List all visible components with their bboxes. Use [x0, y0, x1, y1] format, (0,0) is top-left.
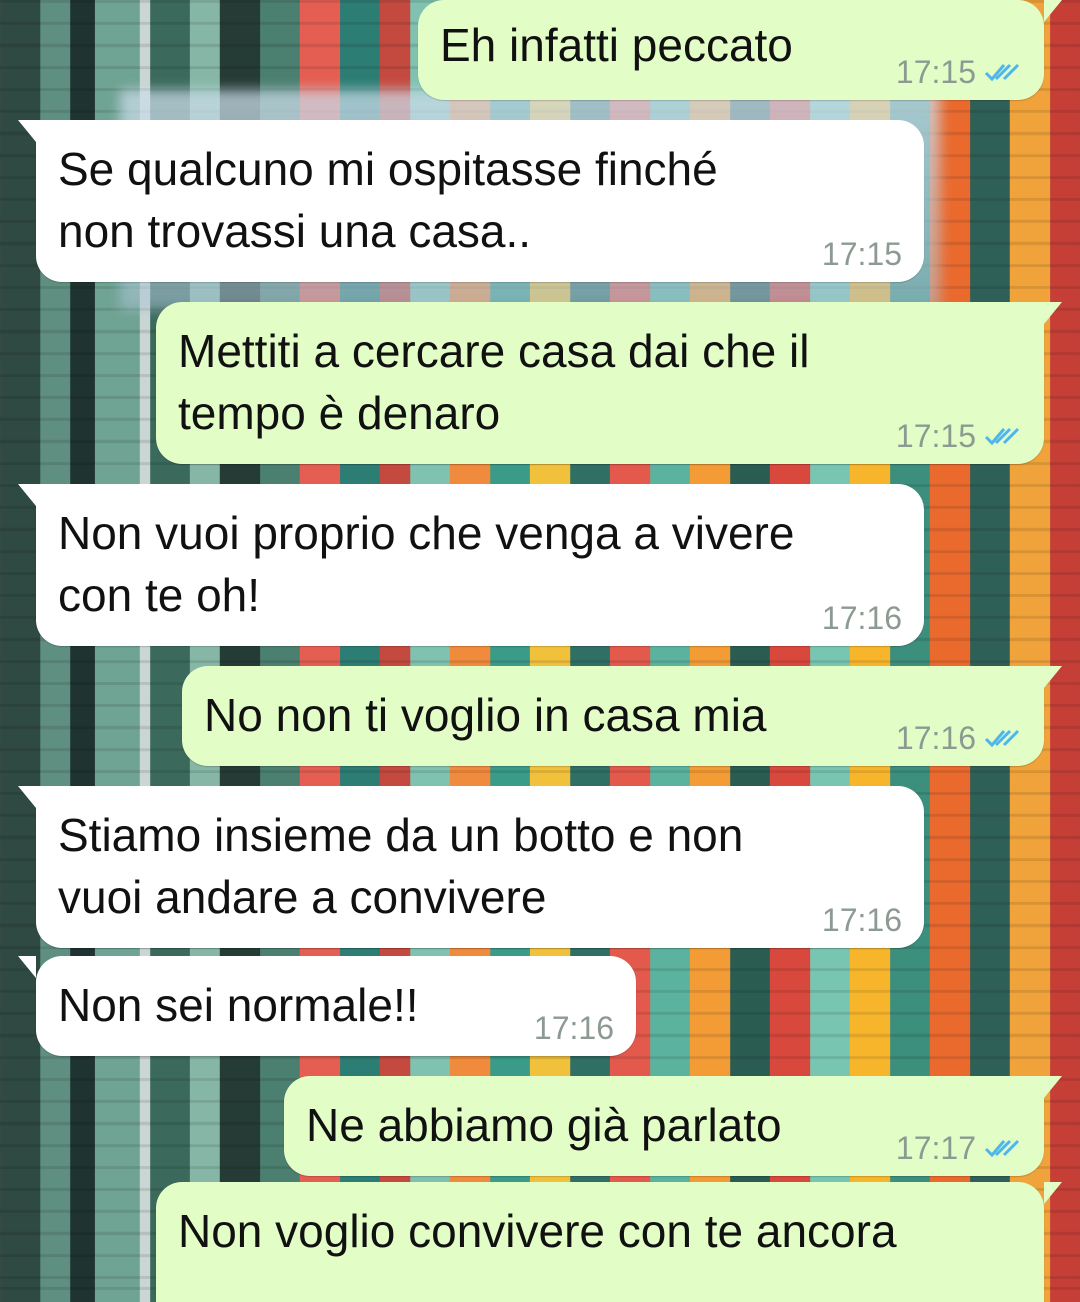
message-meta: 17:15: [896, 418, 1022, 454]
outgoing-message[interactable]: Eh infatti peccato 17:15: [418, 0, 1062, 100]
message-text: Non vuoi proprio che venga a vivere con …: [58, 507, 795, 621]
message-meta: 17:15: [822, 236, 902, 272]
message-time: 17:15: [821, 236, 902, 272]
incoming-message[interactable]: Stiamo insieme da un botto e non vuoi an…: [18, 786, 924, 948]
double-check-read-icon: [982, 726, 1022, 750]
message-text: Se qualcuno mi ospitasse finché non trov…: [58, 143, 718, 257]
message-text: Non voglio convivere con te ancora: [178, 1205, 897, 1257]
message-time: 17:17: [895, 1130, 976, 1166]
message-text: Stiamo insieme da un botto e non vuoi an…: [58, 809, 744, 923]
message-meta: 17:17: [896, 1130, 1022, 1166]
double-check-read-icon: [982, 424, 1022, 448]
message-text: Non sei normale!!: [58, 979, 419, 1031]
outgoing-message[interactable]: Non voglio convivere con te ancora: [156, 1182, 1062, 1302]
message-time: 17:16: [895, 720, 976, 756]
message-time: 17:15: [895, 418, 976, 454]
double-check-read-icon: [982, 1136, 1022, 1160]
incoming-message[interactable]: Non sei normale!! 17:16: [18, 956, 636, 1056]
incoming-message[interactable]: Non vuoi proprio che venga a vivere con …: [18, 484, 924, 646]
message-meta: 17:16: [896, 720, 1022, 756]
message-meta: 17:15: [896, 54, 1022, 90]
message-time: 17:15: [895, 54, 976, 90]
incoming-message[interactable]: Se qualcuno mi ospitasse finché non trov…: [18, 120, 924, 282]
outgoing-message[interactable]: Mettiti a cercare casa dai che il tempo …: [156, 302, 1062, 464]
message-meta: 17:16: [822, 902, 902, 938]
outgoing-message[interactable]: Ne abbiamo già parlato 17:17: [284, 1076, 1062, 1176]
outgoing-message[interactable]: No non ti voglio in casa mia 17:16: [182, 666, 1062, 766]
message-time: 17:16: [821, 902, 902, 938]
message-time: 17:16: [533, 1010, 614, 1046]
double-check-read-icon: [982, 60, 1022, 84]
message-meta: 17:16: [822, 600, 902, 636]
message-time: 17:16: [821, 600, 902, 636]
message-meta: 17:16: [534, 1010, 614, 1046]
